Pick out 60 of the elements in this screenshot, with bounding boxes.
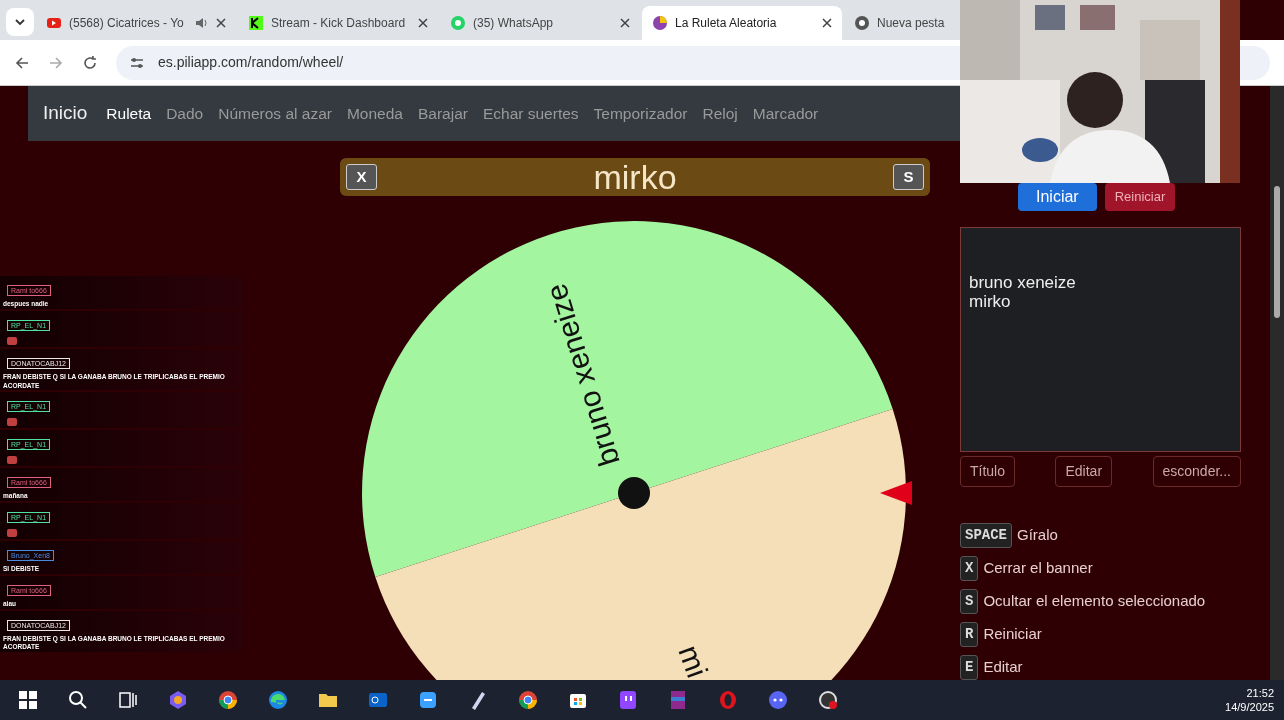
nav-link[interactable]: Echar suertes <box>482 101 579 126</box>
chat-bubble-icon <box>450 15 466 31</box>
emote-icon <box>7 529 17 538</box>
site-settings-icon[interactable] <box>130 55 144 70</box>
speaker-icon[interactable] <box>195 16 209 30</box>
close-icon[interactable] <box>620 18 630 28</box>
browser-tab[interactable]: Nueva pesta <box>844 6 960 40</box>
clock-date: 14/9/2025 <box>1225 700 1274 715</box>
key-cap: X <box>960 556 979 581</box>
tab-list-button[interactable] <box>6 8 34 36</box>
emote-icon <box>7 456 17 465</box>
back-icon[interactable] <box>14 54 30 71</box>
shortcut-description: Gíralo <box>1017 525 1058 546</box>
key-cap: E <box>960 655 979 680</box>
reset-button[interactable]: Reiniciar <box>1104 183 1176 211</box>
nav-link[interactable]: Dado <box>166 101 204 126</box>
clock-time: 21:52 <box>1245 685 1274 700</box>
brand-link[interactable]: Inicio <box>43 99 88 128</box>
browser-tab[interactable]: (35) WhatsApp <box>440 6 640 40</box>
wheel-icon <box>652 15 668 31</box>
nav-link[interactable]: Reloj <box>702 101 738 126</box>
entries-field[interactable]: bruno xeneize mirko <box>960 227 1241 452</box>
play-icon <box>46 15 62 31</box>
hide-button[interactable]: S <box>893 164 924 190</box>
close-icon[interactable] <box>418 18 428 28</box>
close-button[interactable]: X <box>346 164 377 190</box>
caret-icon <box>14 16 26 28</box>
emote-icon <box>7 418 17 427</box>
winner-name: mirko <box>593 156 677 198</box>
edit-button[interactable]: Editar <box>1055 456 1113 487</box>
nav-link[interactable]: Moneda <box>346 101 403 126</box>
key-cap: S <box>960 589 979 614</box>
key-cap: R <box>960 622 979 647</box>
nav-link[interactable]: Números al azar <box>218 101 332 126</box>
shortcut-description: Editar <box>983 657 1023 678</box>
nav-link[interactable]: Marcador <box>752 101 819 126</box>
globe-icon <box>854 15 870 31</box>
emote-icon <box>7 336 17 345</box>
nav-link[interactable]: Barajar <box>417 101 468 126</box>
close-icon[interactable] <box>822 18 832 28</box>
nav-link[interactable]: Temporizador <box>593 101 688 126</box>
slice-label: mi <box>672 640 715 680</box>
pointer-icon <box>880 481 912 505</box>
shortcut-description: Ocultar el elemento seleccionado <box>983 591 1206 612</box>
reload-icon[interactable] <box>82 54 98 71</box>
hide-button[interactable]: esconder... <box>1152 456 1241 487</box>
wheel-drawing[interactable] <box>362 221 906 680</box>
browser-tab[interactable]: (5568) Cicatrices - Yo <box>36 6 236 40</box>
shortcut-description: Reiniciar <box>983 624 1042 645</box>
close-icon[interactable] <box>216 18 226 28</box>
shortcut-description: Cerrar el banner <box>983 558 1093 579</box>
browser-tab[interactable]: La Ruleta Aleatoria <box>642 6 842 40</box>
start-button[interactable]: Iniciar <box>1018 183 1097 211</box>
title-button[interactable]: Título <box>960 456 1015 487</box>
scrollbar[interactable] <box>1270 86 1284 680</box>
browser-tab[interactable]: Stream - Kick Dashboard <box>238 6 438 40</box>
nav-link[interactable]: Ruleta <box>106 101 152 126</box>
k-logo-icon <box>248 15 264 31</box>
slice-label: bruno xeneize <box>539 280 626 470</box>
key-cap: SPACE <box>960 523 1012 548</box>
